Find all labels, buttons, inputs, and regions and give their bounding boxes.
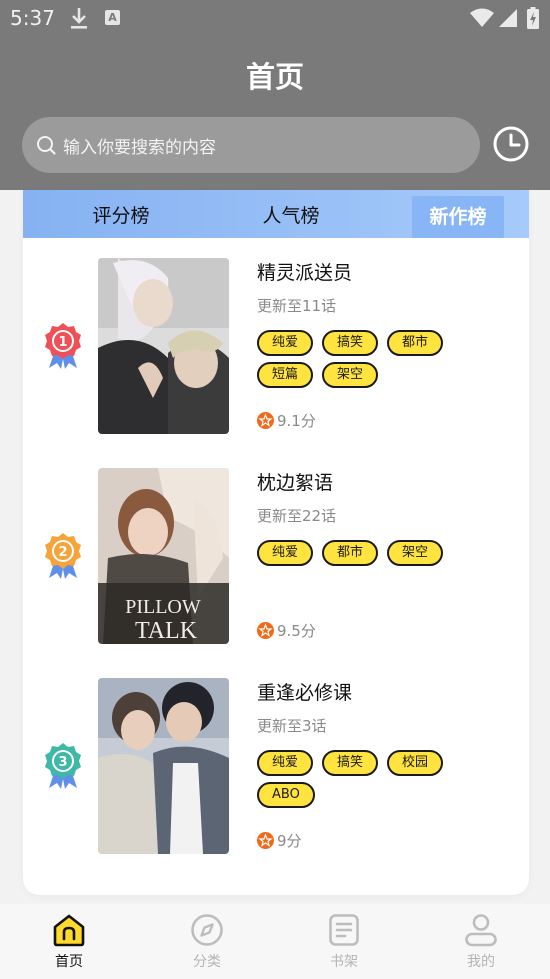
nav-label: 我的: [467, 954, 495, 970]
comic-title[interactable]: 重逢必修课: [257, 678, 352, 705]
ranking-tabs: 评分榜 人气榜 新作榜: [23, 190, 529, 238]
search-bar[interactable]: 输入你要搜索的内容: [22, 117, 480, 173]
tag[interactable]: 架空: [387, 540, 444, 566]
update-status: 更新至3话: [257, 717, 327, 735]
search-input[interactable]: 输入你要搜索的内容: [63, 133, 216, 158]
battery-icon: [527, 7, 539, 29]
star-badge-icon: [257, 622, 274, 639]
tag-list: 纯爱 搞笑 校园 ABO: [257, 750, 487, 808]
tag[interactable]: 纯爱: [257, 540, 314, 566]
nav-home[interactable]: 首页: [24, 904, 114, 979]
svg-text:PILLOW: PILLOW: [125, 596, 201, 618]
rating-score: 9.1分: [277, 412, 316, 430]
cover-image[interactable]: [98, 678, 229, 854]
tag[interactable]: 搞笑: [322, 750, 379, 776]
compass-icon: [191, 914, 223, 946]
star-badge-icon: [257, 832, 274, 849]
comic-title[interactable]: 枕边絮语: [257, 468, 333, 495]
tag[interactable]: ABO: [257, 782, 315, 808]
comic-title[interactable]: 精灵派送员: [257, 258, 352, 285]
tag[interactable]: 架空: [322, 362, 379, 388]
home-icon: [53, 914, 85, 947]
bookshelf-icon: [329, 914, 359, 946]
keyboard-a-icon: A: [105, 10, 120, 25]
tab-popularity[interactable]: 人气榜: [239, 190, 343, 238]
svg-text:TALK: TALK: [135, 618, 198, 644]
list-item[interactable]: 1 精灵派送员 更新至11话 纯爱 搞笑 都市 短篇 架空 9.1分: [23, 258, 529, 434]
tab-new-works[interactable]: 新作榜: [412, 196, 504, 238]
rank-badge-icon: 3: [45, 743, 81, 789]
search-icon: [37, 136, 56, 155]
tag[interactable]: 校园: [387, 750, 444, 776]
ranking-card: 评分榜 人气榜 新作榜 1 精灵派送员 更新至11话 纯爱 搞笑 都市 短篇 架…: [23, 190, 529, 895]
nav-profile[interactable]: 我的: [436, 904, 526, 979]
rank-badge-icon: 2: [45, 533, 81, 579]
rating-score: 9.5分: [277, 622, 316, 640]
tag-list: 纯爱 搞笑 都市 短篇 架空: [257, 330, 487, 388]
rating-score: 9分: [277, 832, 302, 850]
update-status: 更新至22话: [257, 507, 337, 525]
signal-icon: [499, 9, 517, 27]
rank-badge-icon: 1: [45, 323, 81, 369]
tag[interactable]: 都市: [322, 540, 379, 566]
update-status: 更新至11话: [257, 297, 337, 315]
status-bar: 5:37 A: [0, 0, 550, 36]
header: 5:37 A 首页 输入你要搜索的内容: [0, 0, 550, 190]
tab-rating[interactable]: 评分榜: [69, 190, 173, 238]
page-title: 首页: [245, 60, 304, 94]
rating: 9.1分: [257, 410, 316, 431]
wifi-icon: [470, 8, 494, 27]
bottom-nav: 首页 分类 书架 我的: [0, 904, 550, 979]
cover-image[interactable]: [98, 258, 229, 434]
star-badge-icon: [257, 412, 274, 429]
tag[interactable]: 都市: [387, 330, 444, 356]
nav-category[interactable]: 分类: [162, 904, 252, 979]
svg-text:3: 3: [58, 755, 67, 770]
status-time: 5:37: [10, 6, 55, 30]
svg-text:1: 1: [58, 335, 67, 350]
tag[interactable]: 短篇: [257, 362, 314, 388]
tag[interactable]: 搞笑: [322, 330, 379, 356]
rating: 9分: [257, 830, 302, 851]
list-item[interactable]: 3 重逢必修课 更新至3话 纯爱 搞笑 校园 ABO 9分: [23, 678, 529, 854]
cover-image[interactable]: PILLOW TALK: [98, 468, 229, 644]
tag[interactable]: 纯爱: [257, 750, 314, 776]
history-clock-icon[interactable]: [492, 125, 530, 163]
tag[interactable]: 纯爱: [257, 330, 314, 356]
tag-list: 纯爱 都市 架空: [257, 540, 487, 566]
nav-bookshelf[interactable]: 书架: [299, 904, 389, 979]
profile-icon: [465, 914, 497, 947]
nav-label: 书架: [330, 954, 358, 970]
list-item[interactable]: 2 PILLOW TALK 枕边絮语 更新至22话 纯爱 都市 架空 9.5分: [23, 468, 529, 644]
nav-label: 首页: [55, 954, 83, 970]
svg-text:2: 2: [58, 545, 67, 560]
rating: 9.5分: [257, 620, 316, 641]
download-icon: [71, 8, 87, 29]
nav-label: 分类: [193, 954, 221, 970]
